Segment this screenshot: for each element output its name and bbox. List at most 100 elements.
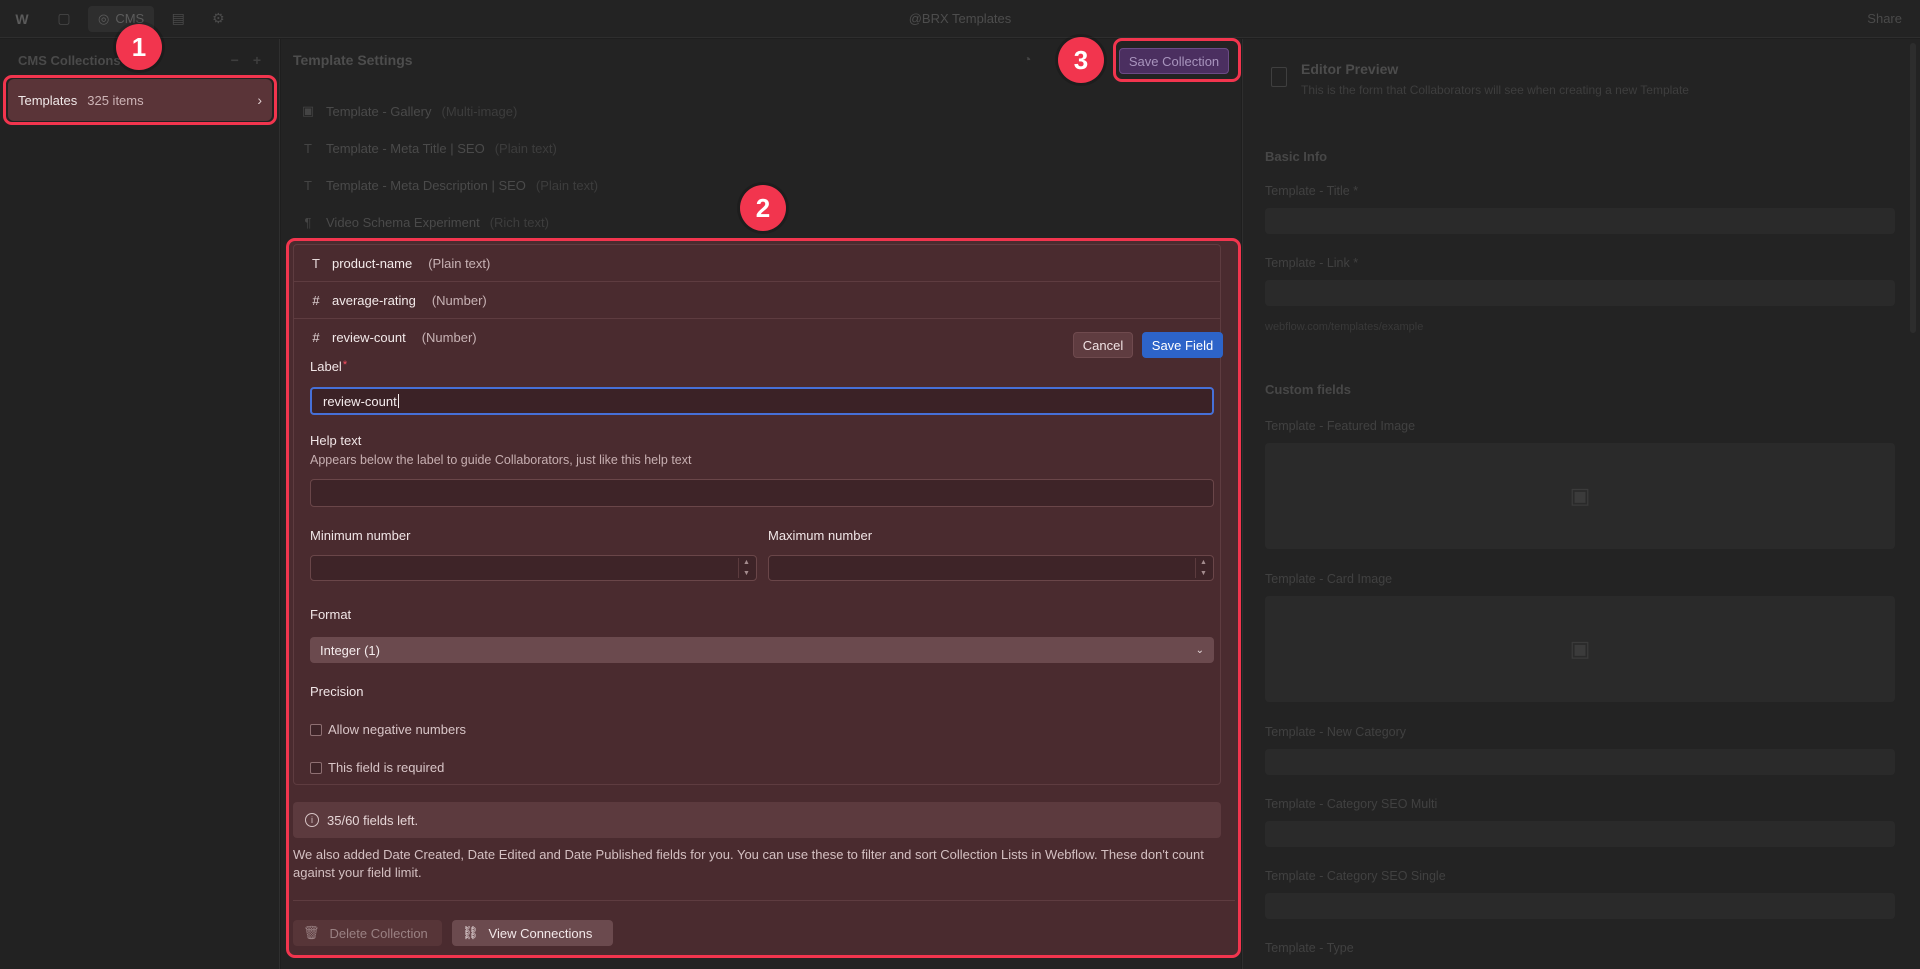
field-name: product-name — [332, 255, 413, 271]
field-row-meta-title[interactable]: T Template - Meta Title | SEO (Plain tex… — [300, 133, 1240, 163]
field-row-gallery[interactable]: ▣ Template - Gallery (Multi-image) — [300, 96, 1240, 126]
step-badge-1: 1 — [116, 24, 162, 70]
help-text-input[interactable] — [310, 479, 1214, 507]
preview-title-input[interactable] — [1265, 208, 1895, 234]
field-type: (Number) — [421, 330, 477, 345]
image-icon: ▣ — [1569, 483, 1591, 508]
richtext-icon: ¶ — [304, 214, 312, 230]
chevron-down-icon[interactable]: ▼ — [1200, 569, 1207, 578]
preview-category-single-select[interactable] — [1265, 893, 1895, 919]
field-row-product-name[interactable]: T product-name (Plain text) — [294, 245, 1220, 282]
preview-card-image-dropzone[interactable]: ▣ — [1265, 596, 1895, 702]
preview-featured-image-dropzone[interactable]: ▣ — [1265, 443, 1895, 549]
preview-label-title: Template - Title * — [1265, 184, 1359, 198]
number-stepper[interactable]: ▲ ▼ — [738, 558, 754, 578]
number-stepper[interactable]: ▲ ▼ — [1195, 558, 1211, 578]
editor-preview-subtitle: This is the form that Collaborators will… — [1301, 83, 1689, 97]
editor-preview-title: Editor Preview — [1301, 61, 1399, 77]
help-icon[interactable]: ◔ — [1023, 51, 1031, 67]
text-cursor — [397, 394, 399, 408]
field-row-average-rating[interactable]: # average-rating (Number) — [294, 282, 1220, 319]
chevron-up-icon[interactable]: ▲ — [1200, 558, 1207, 567]
fields-left-info: i 35/60 fields left. — [293, 802, 1221, 838]
minimum-number-title: Minimum number — [310, 528, 411, 543]
preview-new-category-select[interactable] — [1265, 749, 1895, 775]
image-icon: ▣ — [1569, 636, 1591, 661]
field-name: Video Schema Experiment — [326, 214, 480, 230]
chevron-down-icon[interactable]: ▼ — [743, 569, 750, 578]
field-name: review-count — [332, 330, 406, 345]
preview-label-featured-image: Template - Featured Image — [1265, 419, 1416, 433]
save-field-button[interactable]: Save Field — [1142, 332, 1223, 358]
settings-icon[interactable]: ⚙ — [198, 0, 238, 38]
field-name: Template - Meta Title | SEO — [326, 140, 485, 156]
field-type: (Rich text) — [489, 214, 549, 230]
help-text-description: Appears below the label to guide Collabo… — [310, 453, 692, 467]
field-type: (Plain text) — [428, 255, 491, 271]
preview-label-card-image: Template - Card Image — [1265, 572, 1393, 586]
preview-link-input[interactable] — [1265, 280, 1895, 306]
basic-info-heading: Basic Info — [1265, 149, 1328, 164]
site-title: @BRX Templates — [908, 11, 1012, 26]
required-checkbox[interactable] — [310, 761, 322, 774]
cms-collections-panel: CMS Collections − + Templates 325 items … — [0, 39, 280, 969]
label-input[interactable]: review-count — [310, 387, 1214, 415]
link-icon: ⛓ — [462, 925, 479, 940]
collapse-icon[interactable]: − — [231, 52, 239, 68]
label-input-value: review-count — [323, 393, 397, 409]
maximum-number-input[interactable]: ▲ ▼ — [768, 555, 1214, 581]
preview-label-category-single: Template - Category SEO Single — [1265, 869, 1446, 883]
view-connections-label: View Connections — [488, 925, 593, 941]
field-name: average-rating — [332, 292, 416, 308]
preview-label-link: Template - Link * — [1265, 256, 1359, 270]
collection-name: Templates — [18, 92, 78, 108]
delete-collection-button[interactable]: 🗑 Delete Collection — [293, 920, 442, 946]
chevron-right-icon: › — [257, 92, 262, 108]
view-connections-button[interactable]: ⛓ View Connections — [452, 920, 613, 946]
field-type: (Number) — [431, 292, 487, 308]
allow-negative-checkbox-row[interactable]: Allow negative numbers — [310, 722, 466, 737]
field-type: (Plain text) — [494, 140, 557, 156]
step-badge-3: 3 — [1058, 37, 1104, 83]
fields-list: T product-name (Plain text) # average-ra… — [293, 244, 1223, 785]
required-asterisk: * — [342, 359, 348, 371]
divider — [293, 900, 1235, 901]
collection-item-templates[interactable]: Templates 325 items › — [8, 79, 272, 121]
maximum-number-title: Maximum number — [768, 528, 873, 543]
format-select[interactable]: Integer (1) ⌄ — [310, 637, 1214, 663]
label-title: Label* — [310, 359, 347, 374]
save-collection-button[interactable]: Save Collection — [1119, 48, 1229, 74]
minimum-number-input[interactable]: ▲ ▼ — [310, 555, 757, 581]
chevron-down-icon: ⌄ — [1195, 644, 1204, 656]
chart-icon[interactable]: ▤ — [158, 0, 198, 38]
document-icon — [1271, 67, 1287, 87]
preview-slug-hint: webflow.com/templates/example — [1265, 321, 1424, 333]
text-icon: T — [304, 140, 312, 156]
cancel-button[interactable]: Cancel — [1073, 332, 1133, 358]
precision-title: Precision — [310, 684, 364, 699]
delete-collection-label: Delete Collection — [329, 925, 428, 941]
format-select-value: Integer (1) — [320, 642, 380, 658]
gallery-icon: ▣ — [301, 103, 315, 118]
webflow-logo-icon[interactable]: W — [0, 0, 44, 38]
scrollbar[interactable] — [1910, 43, 1916, 333]
add-collection-icon[interactable]: + — [253, 52, 261, 68]
trash-icon: 🗑 — [303, 925, 320, 940]
share-button[interactable]: Share — [1867, 0, 1902, 38]
preview-label-category-multi: Template - Category SEO Multi — [1265, 797, 1438, 811]
info-icon: i — [305, 813, 319, 827]
allow-negative-checkbox[interactable] — [310, 723, 322, 736]
format-title: Format — [310, 607, 352, 622]
chevron-up-icon[interactable]: ▲ — [743, 558, 750, 567]
required-label: This field is required — [328, 760, 445, 775]
required-checkbox-row[interactable]: This field is required — [310, 760, 444, 775]
preview-category-multi-select[interactable] — [1265, 821, 1895, 847]
pages-icon[interactable]: ▢ — [44, 0, 84, 38]
preview-label-type: Template - Type — [1265, 941, 1354, 955]
custom-fields-heading: Custom fields — [1265, 382, 1351, 397]
text-icon: T — [304, 177, 312, 193]
field-type: (Multi-image) — [441, 103, 518, 119]
field-type: (Plain text) — [535, 177, 599, 193]
hash-icon: # — [312, 292, 320, 308]
text-icon: T — [312, 255, 320, 271]
